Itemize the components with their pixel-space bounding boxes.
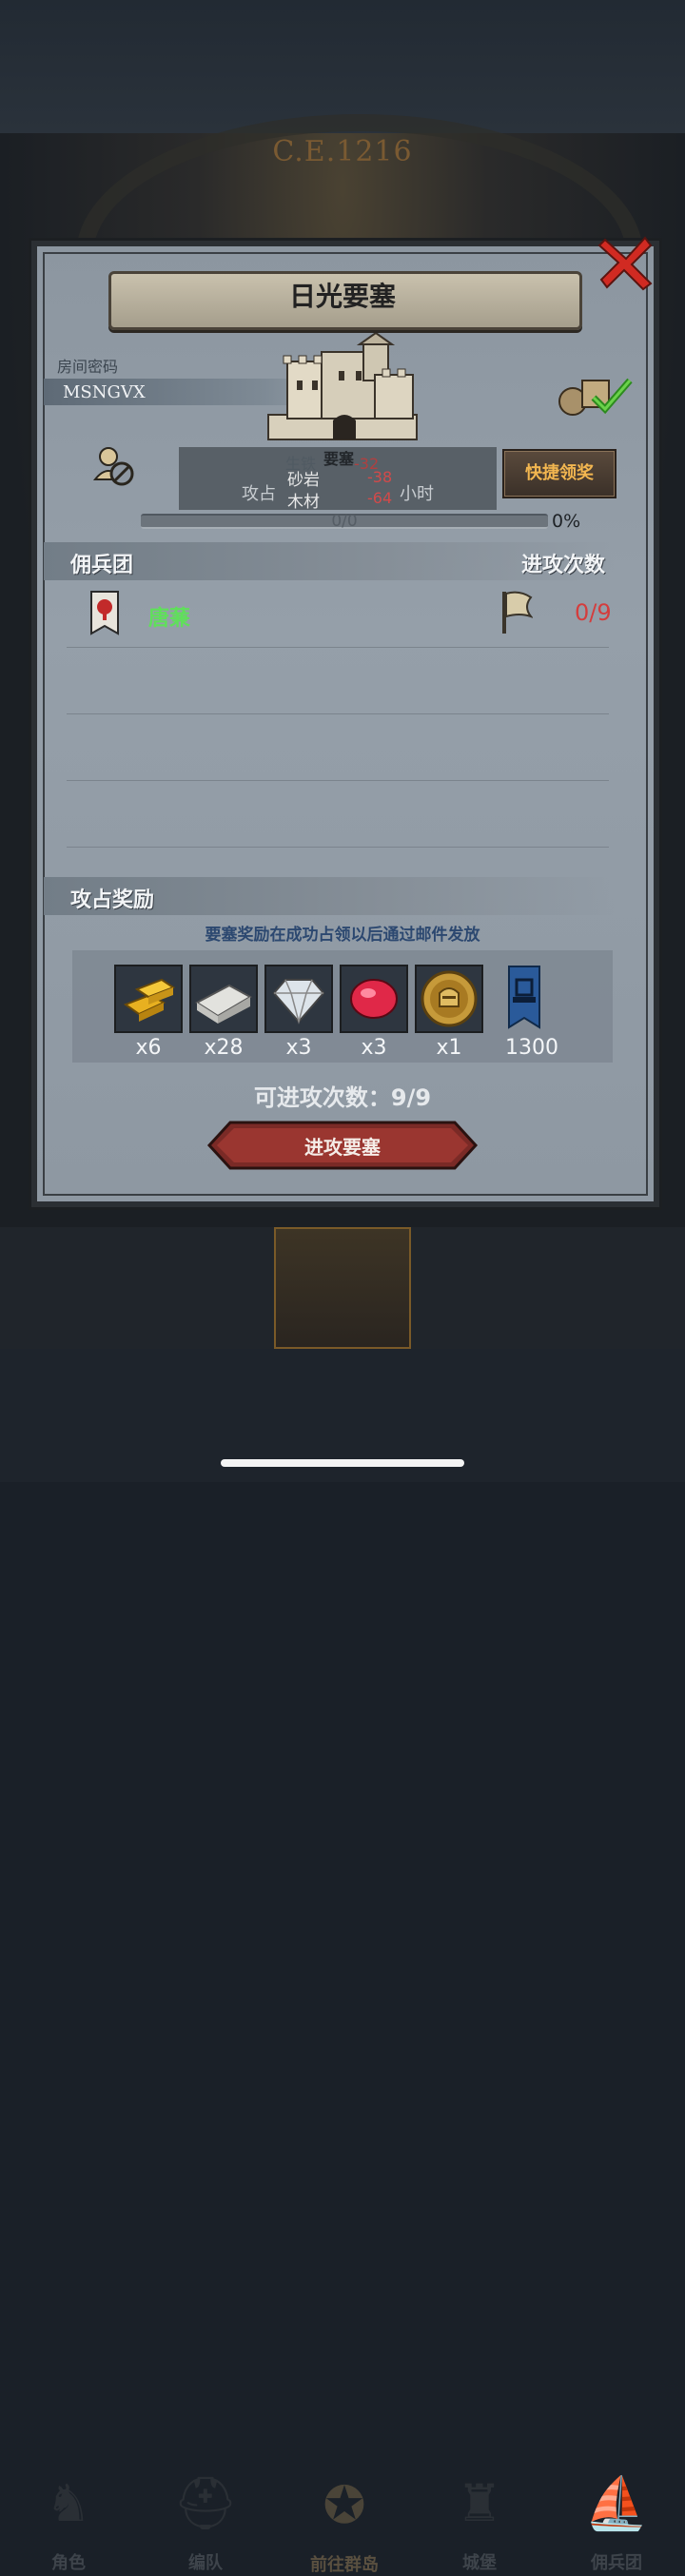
player-blocked-icon[interactable]	[91, 445, 137, 487]
attacks-available-text: 可进攻次数：9/9	[253, 1084, 432, 1111]
year-label: C.E.1216	[272, 135, 413, 168]
mercenary-name[interactable]: 唐蒹	[148, 601, 190, 632]
nav-castle-label: 城堡	[462, 2553, 497, 2573]
reward-count: x1	[436, 1036, 462, 1060]
resource-wood-label: 木材	[287, 493, 320, 512]
resource-wood-value: -64	[367, 489, 393, 507]
ship-icon: ⛵	[584, 2473, 649, 2533]
resource-sandstone-label: 砂岩	[287, 471, 320, 490]
quick-claim-button[interactable]: 快捷领奖	[502, 449, 616, 498]
fortress-castle-icon	[267, 333, 418, 440]
occupy-hours-suffix: 小时	[400, 484, 434, 504]
silver-bar-icon[interactable]	[189, 965, 258, 1033]
fortress-tag: 要塞	[323, 450, 355, 468]
nav-formation[interactable]: ⛑ 编队	[137, 1227, 274, 2573]
nav-islands-label: 前往群岛	[310, 2555, 379, 2575]
reward-count: x28	[204, 1036, 244, 1060]
progress-text: 0/0	[331, 512, 358, 531]
compass-icon: ✪	[323, 2475, 366, 2535]
home-indicator[interactable]	[221, 1459, 464, 1467]
row-divider	[67, 847, 609, 848]
gold-bars-icon[interactable]	[114, 965, 183, 1033]
row-divider	[67, 780, 609, 781]
row-divider	[67, 647, 609, 648]
reward-count: x6	[135, 1036, 162, 1060]
ruby-icon[interactable]	[340, 965, 408, 1033]
diamond-icon[interactable]	[264, 965, 333, 1033]
reward-count: 1300	[505, 1036, 558, 1060]
nav-formation-label: 编队	[188, 2553, 223, 2573]
reward-notice: 要塞奖励在成功占领以后通过邮件发放	[205, 926, 480, 945]
room-password-label: 房间密码	[57, 358, 119, 376]
mercenary-attack-count: 0/9	[575, 599, 612, 626]
progress-percent: 0%	[552, 511, 581, 532]
blue-banner-icon[interactable]	[490, 965, 558, 1033]
row-divider	[67, 713, 609, 714]
nav-mercenary-label: 佣兵团	[591, 2553, 642, 2573]
attack-fortress-label: 进攻要塞	[304, 1136, 381, 1159]
room-password-value[interactable]: MSNGVX	[63, 382, 146, 402]
nav-role[interactable]: ♞ 角色	[0, 1227, 137, 2573]
occupy-text: 攻占	[242, 484, 276, 504]
nav-mercenary[interactable]: ⛵ 佣兵团	[548, 1227, 685, 2573]
resource-sandstone-value: -38	[367, 468, 393, 486]
mercenary-header: 佣兵团	[70, 554, 134, 577]
knight-icon: ♞	[45, 2473, 92, 2533]
helmet-icon: ⛑	[172, 2473, 239, 2533]
dialog-title: 日光要塞	[288, 281, 396, 312]
reward-header: 攻占奖励	[70, 888, 155, 912]
top-status-bar	[0, 0, 685, 133]
nav-role-label: 角色	[51, 2553, 86, 2573]
attack-count-header: 进攻次数	[521, 554, 606, 577]
reward-bag-check-icon[interactable]	[556, 373, 634, 417]
reward-count: x3	[361, 1036, 387, 1060]
close-icon[interactable]	[597, 234, 655, 291]
flag-icon	[502, 591, 533, 634]
mercenary-banner-icon	[90, 591, 119, 635]
reward-count: x3	[285, 1036, 312, 1060]
knight-coin-icon[interactable]	[415, 965, 483, 1033]
nav-islands[interactable]: ✪ 前往群岛	[274, 1227, 411, 2575]
castle-icon: ♜	[456, 2473, 503, 2533]
nav-castle[interactable]: ♜ 城堡	[411, 1227, 548, 2573]
